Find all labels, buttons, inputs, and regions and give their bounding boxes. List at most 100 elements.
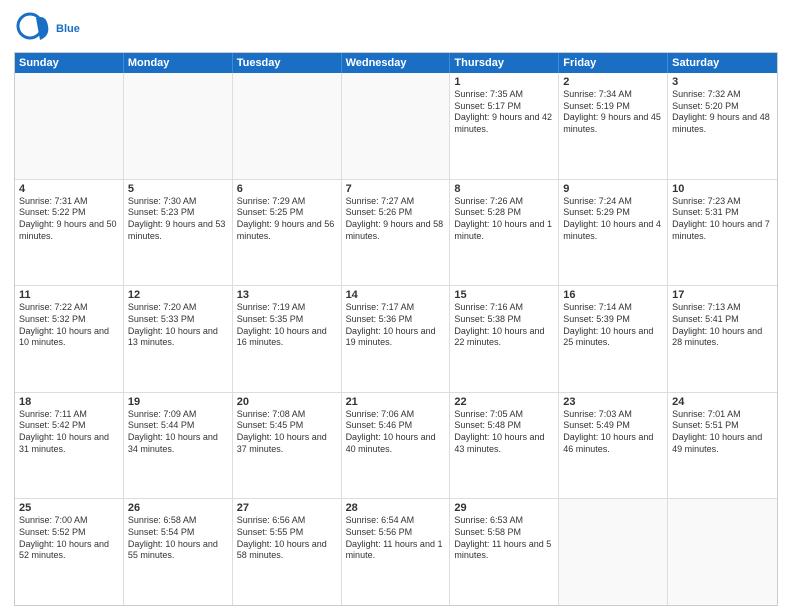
cal-cell-1-5: 1Sunrise: 7:35 AMSunset: 5:17 PMDaylight… — [450, 73, 559, 179]
header-day-friday: Friday — [559, 53, 668, 73]
day-number: 14 — [346, 289, 446, 301]
calendar-header: SundayMondayTuesdayWednesdayThursdayFrid… — [15, 53, 777, 73]
page: Blue SundayMondayTuesdayWednesdayThursda… — [0, 0, 792, 612]
day-number: 6 — [237, 183, 337, 195]
calendar-row-3: 11Sunrise: 7:22 AMSunset: 5:32 PMDayligh… — [15, 285, 777, 392]
cal-cell-3-7: 17Sunrise: 7:13 AMSunset: 5:41 PMDayligh… — [668, 286, 777, 392]
cell-info: Sunrise: 7:03 AMSunset: 5:49 PMDaylight:… — [563, 409, 663, 456]
day-number: 24 — [672, 396, 773, 408]
cell-info: Sunrise: 7:29 AMSunset: 5:25 PMDaylight:… — [237, 196, 337, 243]
cell-info: Sunrise: 7:11 AMSunset: 5:42 PMDaylight:… — [19, 409, 119, 456]
cell-info: Sunrise: 7:31 AMSunset: 5:22 PMDaylight:… — [19, 196, 119, 243]
day-number: 17 — [672, 289, 773, 301]
cell-info: Sunrise: 7:30 AMSunset: 5:23 PMDaylight:… — [128, 196, 228, 243]
cell-info: Sunrise: 7:27 AMSunset: 5:26 PMDaylight:… — [346, 196, 446, 243]
day-number: 15 — [454, 289, 554, 301]
calendar-body: 1Sunrise: 7:35 AMSunset: 5:17 PMDaylight… — [15, 73, 777, 605]
cell-info: Sunrise: 7:05 AMSunset: 5:48 PMDaylight:… — [454, 409, 554, 456]
day-number: 25 — [19, 502, 119, 514]
cal-cell-2-4: 7Sunrise: 7:27 AMSunset: 5:26 PMDaylight… — [342, 180, 451, 286]
cell-info: Sunrise: 7:13 AMSunset: 5:41 PMDaylight:… — [672, 302, 773, 349]
day-number: 18 — [19, 396, 119, 408]
cal-cell-1-6: 2Sunrise: 7:34 AMSunset: 5:19 PMDaylight… — [559, 73, 668, 179]
cal-cell-4-1: 18Sunrise: 7:11 AMSunset: 5:42 PMDayligh… — [15, 393, 124, 499]
cal-cell-4-3: 20Sunrise: 7:08 AMSunset: 5:45 PMDayligh… — [233, 393, 342, 499]
cal-cell-5-5: 29Sunrise: 6:53 AMSunset: 5:58 PMDayligh… — [450, 499, 559, 605]
cell-info: Sunrise: 7:23 AMSunset: 5:31 PMDaylight:… — [672, 196, 773, 243]
cell-info: Sunrise: 7:22 AMSunset: 5:32 PMDaylight:… — [19, 302, 119, 349]
cal-cell-3-4: 14Sunrise: 7:17 AMSunset: 5:36 PMDayligh… — [342, 286, 451, 392]
cal-cell-3-2: 12Sunrise: 7:20 AMSunset: 5:33 PMDayligh… — [124, 286, 233, 392]
cal-cell-3-6: 16Sunrise: 7:14 AMSunset: 5:39 PMDayligh… — [559, 286, 668, 392]
header-day-saturday: Saturday — [668, 53, 777, 73]
cell-info: Sunrise: 6:53 AMSunset: 5:58 PMDaylight:… — [454, 515, 554, 562]
cell-info: Sunrise: 7:35 AMSunset: 5:17 PMDaylight:… — [454, 89, 554, 136]
cell-info: Sunrise: 7:17 AMSunset: 5:36 PMDaylight:… — [346, 302, 446, 349]
day-number: 23 — [563, 396, 663, 408]
day-number: 16 — [563, 289, 663, 301]
header-day-wednesday: Wednesday — [342, 53, 451, 73]
header-day-thursday: Thursday — [450, 53, 559, 73]
cal-cell-3-3: 13Sunrise: 7:19 AMSunset: 5:35 PMDayligh… — [233, 286, 342, 392]
cal-cell-2-3: 6Sunrise: 7:29 AMSunset: 5:25 PMDaylight… — [233, 180, 342, 286]
day-number: 28 — [346, 502, 446, 514]
calendar-row-1: 1Sunrise: 7:35 AMSunset: 5:17 PMDaylight… — [15, 73, 777, 179]
cal-cell-5-7 — [668, 499, 777, 605]
logo-icon — [14, 10, 52, 48]
logo: Blue — [14, 10, 80, 48]
cal-cell-1-4 — [342, 73, 451, 179]
cell-info: Sunrise: 7:34 AMSunset: 5:19 PMDaylight:… — [563, 89, 663, 136]
cell-info: Sunrise: 7:06 AMSunset: 5:46 PMDaylight:… — [346, 409, 446, 456]
header: Blue — [14, 10, 778, 48]
cal-cell-2-5: 8Sunrise: 7:26 AMSunset: 5:28 PMDaylight… — [450, 180, 559, 286]
day-number: 1 — [454, 76, 554, 88]
header-day-tuesday: Tuesday — [233, 53, 342, 73]
cell-info: Sunrise: 7:20 AMSunset: 5:33 PMDaylight:… — [128, 302, 228, 349]
day-number: 9 — [563, 183, 663, 195]
cal-cell-2-2: 5Sunrise: 7:30 AMSunset: 5:23 PMDaylight… — [124, 180, 233, 286]
cell-info: Sunrise: 7:16 AMSunset: 5:38 PMDaylight:… — [454, 302, 554, 349]
day-number: 7 — [346, 183, 446, 195]
cal-cell-1-2 — [124, 73, 233, 179]
cell-info: Sunrise: 7:00 AMSunset: 5:52 PMDaylight:… — [19, 515, 119, 562]
cal-cell-4-7: 24Sunrise: 7:01 AMSunset: 5:51 PMDayligh… — [668, 393, 777, 499]
cal-cell-3-1: 11Sunrise: 7:22 AMSunset: 5:32 PMDayligh… — [15, 286, 124, 392]
cal-cell-2-7: 10Sunrise: 7:23 AMSunset: 5:31 PMDayligh… — [668, 180, 777, 286]
cal-cell-1-3 — [233, 73, 342, 179]
day-number: 26 — [128, 502, 228, 514]
day-number: 21 — [346, 396, 446, 408]
cal-cell-4-4: 21Sunrise: 7:06 AMSunset: 5:46 PMDayligh… — [342, 393, 451, 499]
calendar-row-2: 4Sunrise: 7:31 AMSunset: 5:22 PMDaylight… — [15, 179, 777, 286]
header-day-monday: Monday — [124, 53, 233, 73]
cal-cell-5-1: 25Sunrise: 7:00 AMSunset: 5:52 PMDayligh… — [15, 499, 124, 605]
cal-cell-5-3: 27Sunrise: 6:56 AMSunset: 5:55 PMDayligh… — [233, 499, 342, 605]
day-number: 10 — [672, 183, 773, 195]
header-day-sunday: Sunday — [15, 53, 124, 73]
cal-cell-3-5: 15Sunrise: 7:16 AMSunset: 5:38 PMDayligh… — [450, 286, 559, 392]
day-number: 13 — [237, 289, 337, 301]
logo-tagline: Blue — [56, 23, 80, 35]
cell-info: Sunrise: 7:24 AMSunset: 5:29 PMDaylight:… — [563, 196, 663, 243]
cell-info: Sunrise: 6:58 AMSunset: 5:54 PMDaylight:… — [128, 515, 228, 562]
cell-info: Sunrise: 7:32 AMSunset: 5:20 PMDaylight:… — [672, 89, 773, 136]
cell-info: Sunrise: 7:08 AMSunset: 5:45 PMDaylight:… — [237, 409, 337, 456]
cal-cell-5-2: 26Sunrise: 6:58 AMSunset: 5:54 PMDayligh… — [124, 499, 233, 605]
cell-info: Sunrise: 7:09 AMSunset: 5:44 PMDaylight:… — [128, 409, 228, 456]
cal-cell-5-4: 28Sunrise: 6:54 AMSunset: 5:56 PMDayligh… — [342, 499, 451, 605]
day-number: 12 — [128, 289, 228, 301]
day-number: 3 — [672, 76, 773, 88]
calendar-row-5: 25Sunrise: 7:00 AMSunset: 5:52 PMDayligh… — [15, 498, 777, 605]
cell-info: Sunrise: 7:26 AMSunset: 5:28 PMDaylight:… — [454, 196, 554, 243]
day-number: 29 — [454, 502, 554, 514]
day-number: 4 — [19, 183, 119, 195]
day-number: 20 — [237, 396, 337, 408]
day-number: 22 — [454, 396, 554, 408]
cell-info: Sunrise: 6:56 AMSunset: 5:55 PMDaylight:… — [237, 515, 337, 562]
cell-info: Sunrise: 7:01 AMSunset: 5:51 PMDaylight:… — [672, 409, 773, 456]
cal-cell-4-6: 23Sunrise: 7:03 AMSunset: 5:49 PMDayligh… — [559, 393, 668, 499]
cal-cell-1-1 — [15, 73, 124, 179]
day-number: 19 — [128, 396, 228, 408]
cell-info: Sunrise: 7:19 AMSunset: 5:35 PMDaylight:… — [237, 302, 337, 349]
cal-cell-2-6: 9Sunrise: 7:24 AMSunset: 5:29 PMDaylight… — [559, 180, 668, 286]
day-number: 27 — [237, 502, 337, 514]
